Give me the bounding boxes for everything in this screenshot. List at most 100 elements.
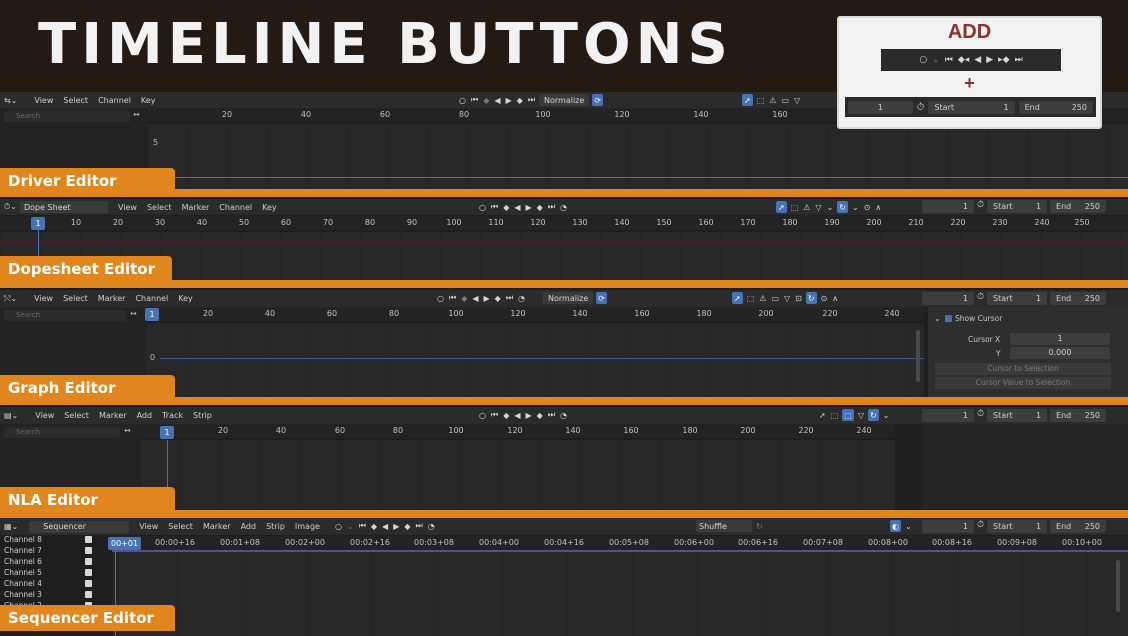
play-icon[interactable]: ▶ [986, 55, 993, 65]
end-frame-field[interactable]: End 250 [1050, 200, 1107, 213]
next-keyframe-icon[interactable]: ◆ [403, 520, 411, 532]
channel-mute-checkbox[interactable] [85, 558, 92, 565]
vertical-scrollbar[interactable] [1116, 560, 1120, 612]
current-time-indicator[interactable]: 00+01 [108, 537, 142, 550]
menu-channel[interactable]: Channel [135, 294, 168, 303]
overlay-icon[interactable]: ◐ [890, 520, 901, 532]
play-icon[interactable]: ▶ [525, 409, 533, 421]
graph-curve-area[interactable] [146, 323, 924, 401]
mode-select[interactable]: Sequencer [29, 520, 130, 533]
end-frame-field[interactable]: End 250 [1050, 520, 1107, 533]
stopwatch-icon[interactable]: ⏱ [977, 200, 984, 213]
swap-icon[interactable]: ↔ [124, 426, 131, 435]
select-icon[interactable]: ➚ [742, 94, 753, 106]
play-reverse-icon[interactable]: ◀ [493, 94, 501, 106]
menu-view[interactable]: View [139, 522, 158, 531]
snap-icon[interactable]: ↻ [867, 409, 879, 421]
proportional-edit-icon[interactable]: ⊙ [863, 201, 872, 213]
filter-icon[interactable]: ▽ [783, 292, 791, 304]
dropdown-chevron-icon[interactable]: ⌄ [882, 409, 891, 421]
menu-select[interactable]: Select [64, 411, 89, 420]
menu-add[interactable]: Add [241, 522, 257, 531]
collapse-chevron-icon[interactable]: ⌄ [934, 314, 941, 323]
mode-select[interactable]: Dope Sheet [19, 201, 108, 213]
stopwatch-icon[interactable]: ⏱ [977, 292, 984, 305]
play-reverse-icon[interactable]: ◀ [974, 55, 981, 65]
select-icon[interactable]: ➚ [818, 409, 827, 421]
cursor-x-field[interactable]: 1 [1010, 333, 1110, 345]
select-icon[interactable]: ➚ [732, 292, 743, 304]
filter-icon[interactable]: ▽ [793, 94, 801, 106]
play-reverse-icon[interactable]: ◀ [381, 520, 389, 532]
filter-icon[interactable]: ▽ [857, 409, 865, 421]
prev-keyframe-icon[interactable]: ◆ [502, 201, 510, 213]
record-icon[interactable]: ○ [919, 55, 927, 65]
proportional-edit-icon[interactable]: ⊙ [820, 292, 829, 304]
falloff-icon[interactable]: ∧ [874, 201, 882, 213]
play-icon[interactable]: ▶ [525, 201, 533, 213]
nla-ruler[interactable]: 20 40 60 80 100 120 140 160 180 200 220 … [140, 424, 895, 438]
current-frame-field[interactable]: 1 [922, 292, 974, 305]
stopwatch-icon[interactable]: ⏱ [917, 102, 925, 113]
warning-icon[interactable]: ⚠ [768, 94, 777, 106]
play-icon[interactable]: ▶ [392, 520, 400, 532]
auto-normalize-icon[interactable]: ⟳ [596, 292, 607, 304]
select-icon[interactable]: ➚ [776, 201, 787, 213]
channel-mute-checkbox[interactable] [85, 547, 92, 554]
editor-type-icon[interactable]: ⇆⌄ [4, 96, 17, 105]
jump-start-icon[interactable]: ⏮ [470, 94, 479, 106]
swap-icon[interactable]: ↔ [133, 110, 140, 119]
stopwatch-icon[interactable]: ⏱ [977, 520, 984, 533]
box-select-icon[interactable]: ⬚ [756, 94, 766, 106]
menu-key[interactable]: Key [178, 294, 193, 303]
start-frame-field[interactable]: Start 1 [928, 100, 1015, 114]
menu-view[interactable]: View [34, 294, 53, 303]
warning-icon[interactable]: ⚠ [758, 292, 767, 304]
next-keyframe-icon[interactable]: ▸◆ [998, 55, 1009, 65]
menu-select[interactable]: Select [63, 294, 88, 303]
warning-icon[interactable]: ⚠ [802, 201, 811, 213]
driver-graph-area[interactable] [148, 124, 1128, 192]
swap-icon[interactable]: ↔ [130, 309, 137, 318]
hide-icon[interactable]: ▭ [770, 292, 780, 304]
play-reverse-icon[interactable]: ◀ [471, 292, 479, 304]
menu-key[interactable]: Key [262, 203, 277, 212]
menu-key[interactable]: Key [141, 96, 156, 105]
snap-icon[interactable]: ↻ [755, 520, 764, 532]
nla-strip-area[interactable] [140, 440, 895, 515]
normalize-button[interactable]: Normalize [539, 94, 590, 106]
record-icon[interactable]: ○ [436, 292, 445, 304]
editor-type-icon[interactable]: ▦⌄ [4, 522, 18, 531]
jump-end-icon[interactable]: ⏭ [547, 201, 556, 213]
box-select-icon[interactable]: ⬚ [790, 201, 800, 213]
prev-keyframe-icon[interactable]: ◆ [482, 94, 490, 106]
menu-strip[interactable]: Strip [193, 411, 212, 420]
sequencer-strip-area[interactable] [112, 552, 1128, 636]
editor-type-icon[interactable]: ⏱⌄ [4, 202, 17, 212]
vertical-scrollbar[interactable] [916, 330, 920, 382]
graph-ruler[interactable]: 20 40 60 80 100 120 140 160 180 200 220 … [146, 307, 924, 321]
channel-mute-checkbox[interactable] [85, 580, 92, 587]
menu-view[interactable]: View [35, 411, 54, 420]
prev-keyframe-icon[interactable]: ◆ [502, 409, 510, 421]
current-frame-field[interactable]: 1 [922, 520, 974, 533]
menu-marker[interactable]: Marker [98, 294, 126, 303]
overlap-mode-select[interactable]: Shuffle [696, 520, 752, 532]
record-icon[interactable]: ○ [458, 94, 467, 106]
search-input[interactable]: Search [4, 111, 130, 122]
next-keyframe-icon[interactable]: ◆ [516, 94, 524, 106]
jump-end-icon[interactable]: ⏭ [1015, 55, 1023, 65]
menu-marker[interactable]: Marker [99, 411, 127, 420]
channel-mute-checkbox[interactable] [85, 536, 92, 543]
menu-channel[interactable]: Channel [219, 203, 252, 212]
dropdown-chevron-icon[interactable]: ⌄ [851, 201, 860, 213]
start-frame-field[interactable]: Start 1 [987, 409, 1048, 422]
play-reverse-icon[interactable]: ◀ [513, 409, 521, 421]
playback-menu-icon[interactable]: ◔ [517, 292, 526, 304]
falloff-icon[interactable]: ∧ [831, 292, 839, 304]
search-input[interactable]: Search [4, 310, 126, 321]
current-frame-indicator[interactable]: 1 [160, 426, 174, 439]
dropdown-chevron-icon[interactable]: ⌄ [932, 55, 940, 65]
record-icon[interactable]: ○ [478, 201, 487, 213]
current-frame-indicator[interactable]: 1 [145, 308, 159, 321]
